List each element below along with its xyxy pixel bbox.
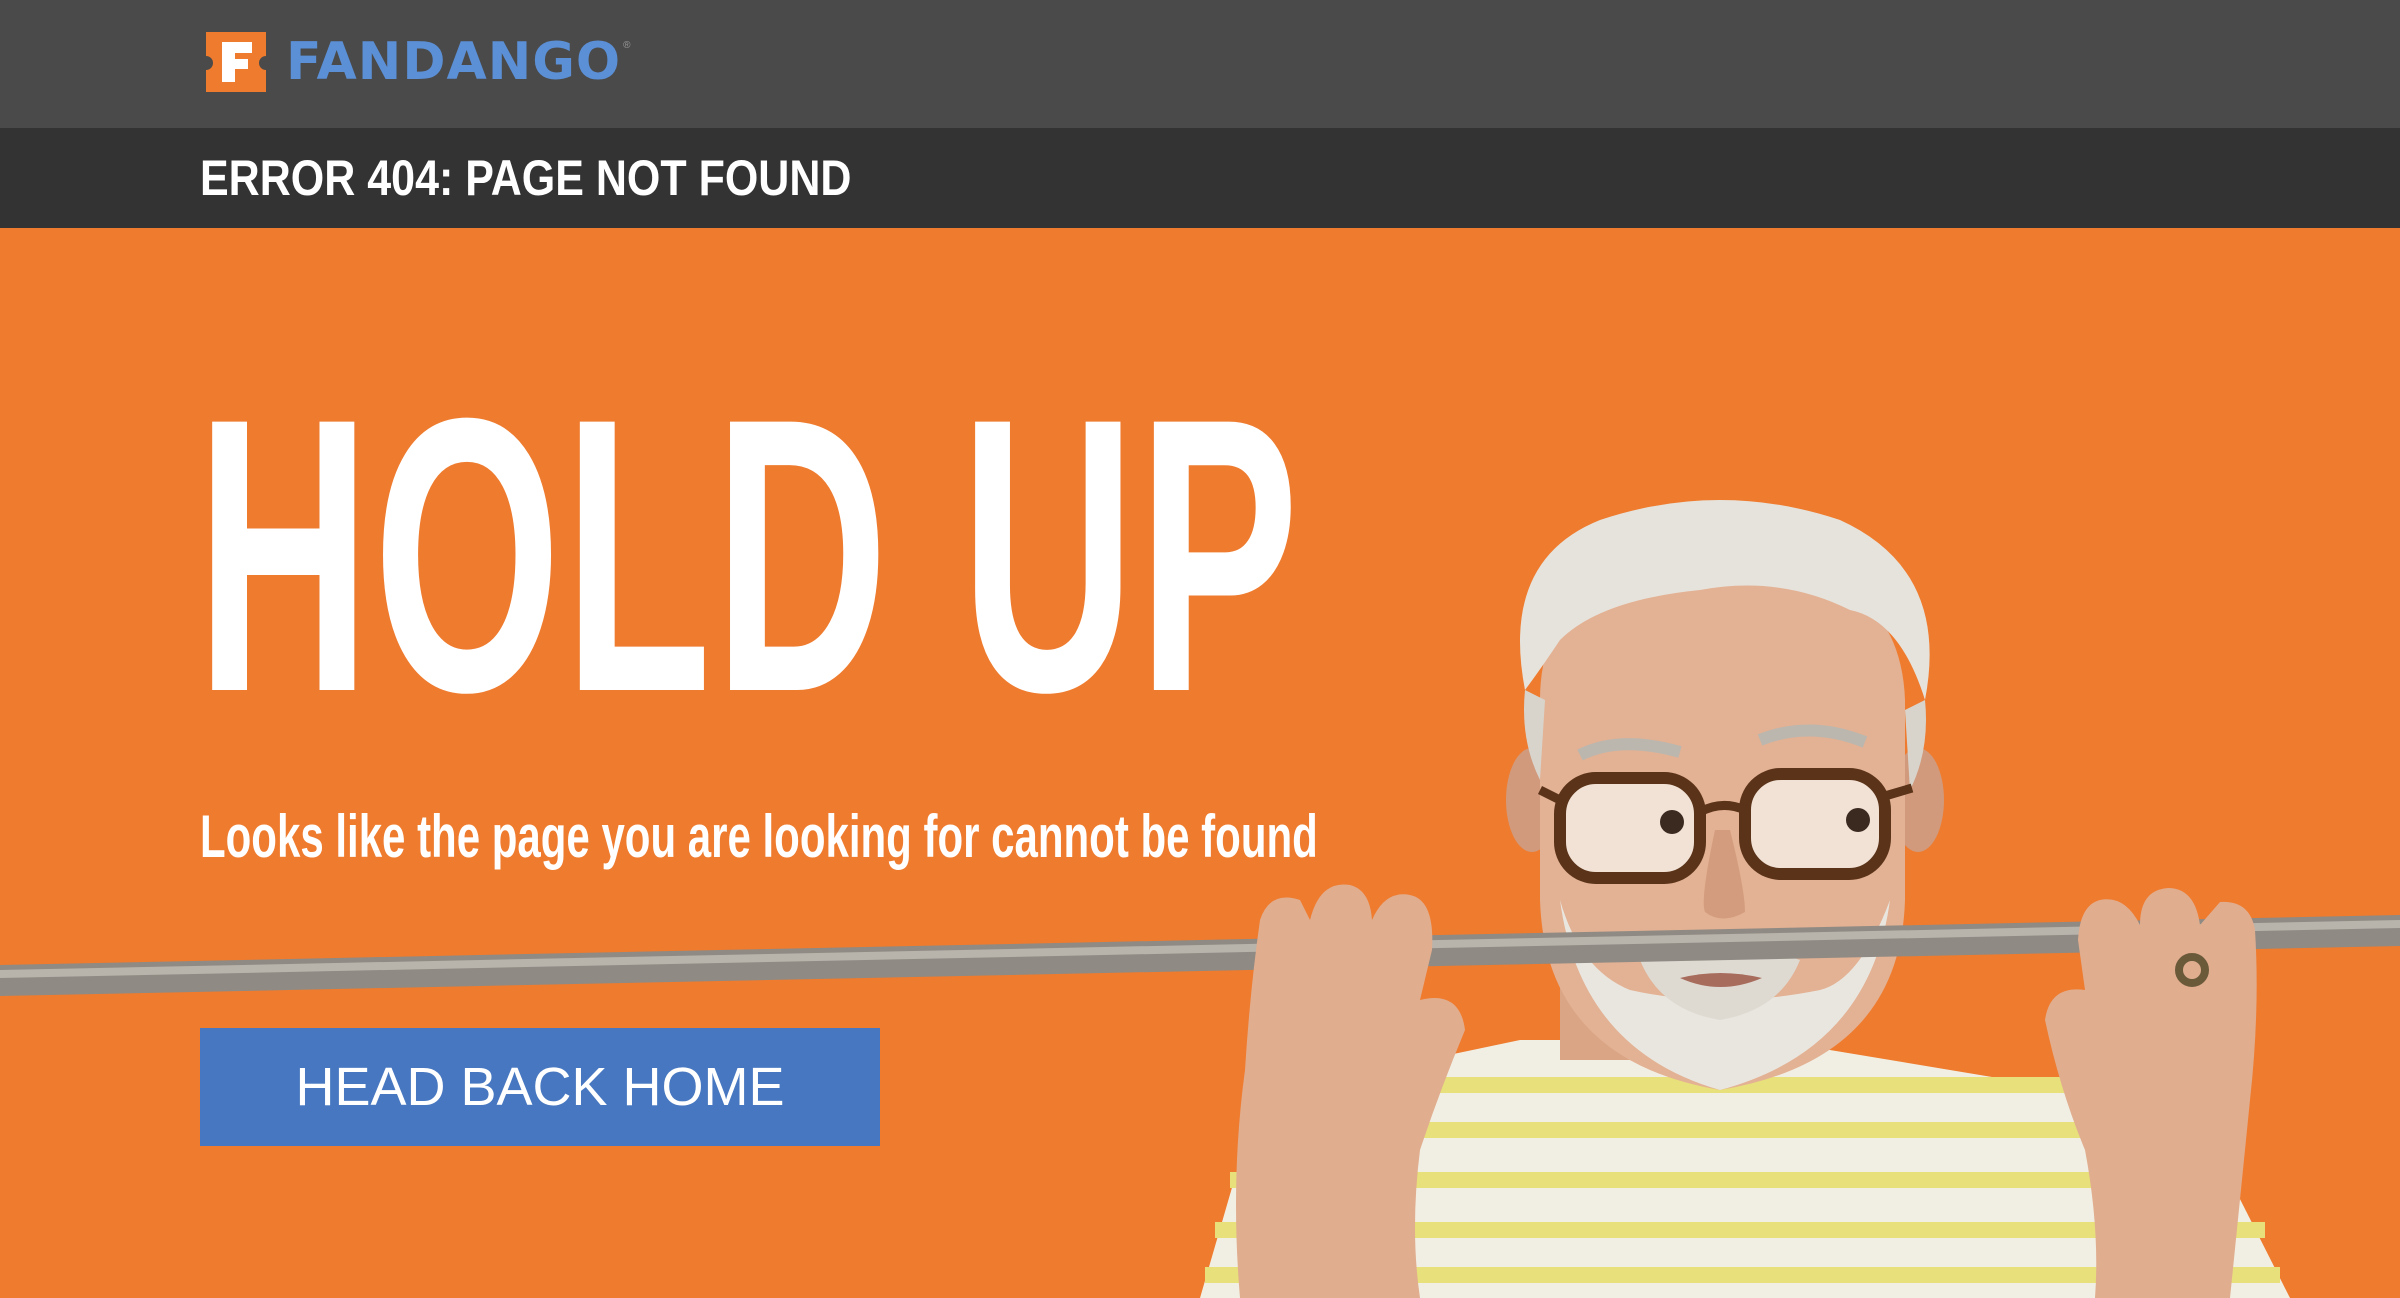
error-title: ERROR 404: PAGE NOT FOUND — [200, 150, 852, 206]
fandango-logo-link[interactable]: FANDANGO ® — [200, 26, 631, 98]
not-found-message: Looks like the page you are looking for … — [200, 803, 1318, 870]
fandango-ticket-logo-icon — [206, 32, 266, 92]
registered-mark: ® — [623, 40, 631, 51]
brand-name: FANDANGO — [286, 32, 622, 92]
head-back-home-button[interactable]: HEAD BACK HOME — [200, 1028, 880, 1146]
hold-up-headline: HOLD UP — [196, 337, 1302, 773]
